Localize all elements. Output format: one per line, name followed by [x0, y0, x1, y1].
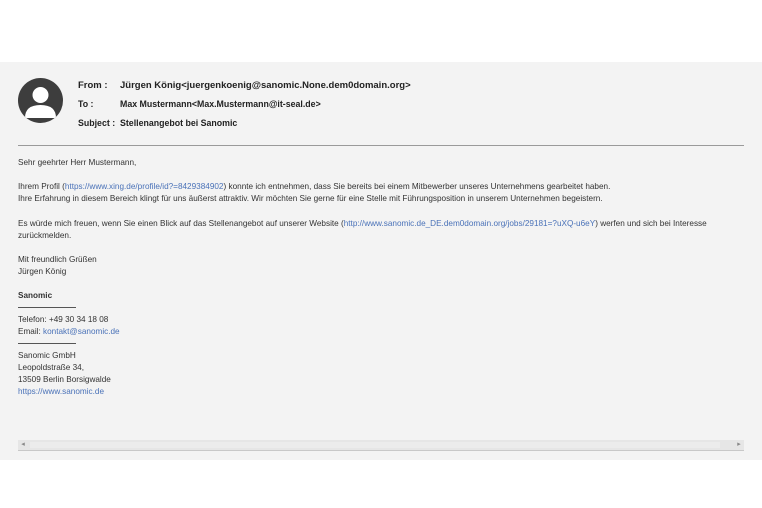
- closing: Mit freundlich Grüßen: [18, 255, 97, 264]
- paragraph-1-line-1: Ihrem Profil (https://www.xing.de/profil…: [18, 181, 610, 193]
- signature-rule-2: [18, 343, 76, 344]
- from-label: From :: [78, 80, 108, 91]
- city-address: 13509 Berlin Borsigwalde: [18, 375, 111, 384]
- signature-rule-1: [18, 307, 76, 308]
- paragraph-1-line-2: Ihre Erfahrung in diesem Bereich klingt …: [18, 194, 603, 203]
- subject-value: Stellenangebot bei Sanomic: [120, 118, 238, 128]
- scroll-left-icon[interactable]: ◂: [18, 440, 28, 450]
- paragraph-2-line-2: zurückmelden.: [18, 231, 72, 240]
- company-name-bold: Sanomic: [18, 291, 53, 300]
- email-link[interactable]: kontakt@sanomic.de: [43, 327, 120, 336]
- header-divider: [18, 145, 744, 146]
- street-address: Leopoldstraße 34,: [18, 363, 84, 372]
- to-label: To :: [78, 99, 94, 109]
- to-value: Max Mustermann<Max.Mustermann@it-seal.de…: [120, 99, 321, 109]
- xing-profile-link[interactable]: https://www.xing.de/profile/id?=84293849…: [65, 182, 224, 191]
- subject-label: Subject :: [78, 118, 116, 128]
- paragraph-2-text-cont: ) werfen und sich bei Interesse: [595, 219, 707, 228]
- website-link[interactable]: https://www.sanomic.de: [18, 386, 104, 398]
- email-line: Email: kontakt@sanomic.de: [18, 326, 120, 338]
- user-avatar-icon: [18, 78, 63, 123]
- email-label: Email:: [18, 327, 44, 336]
- paragraph-2-line-1: Es würde mich freuen, wenn Sie einen Bli…: [18, 218, 707, 230]
- scroll-right-icon[interactable]: ▸: [734, 440, 744, 450]
- horizontal-scrollbar[interactable]: ◂ ▸: [18, 440, 744, 451]
- signer-name: Jürgen König: [18, 267, 67, 276]
- paragraph-1-text: Ihrem Profil (: [18, 182, 65, 191]
- job-offer-link[interactable]: http://www.sanomic.de_DE.dem0domain.org/…: [344, 219, 595, 228]
- paragraph-2-text: Es würde mich freuen, wenn Sie einen Bli…: [18, 219, 344, 228]
- greeting: Sehr geehrter Herr Mustermann,: [18, 158, 137, 167]
- paragraph-1-text-cont: ) konnte ich entnehmen, dass Sie bereits…: [223, 182, 611, 191]
- scrollbar-thumb[interactable]: [30, 442, 720, 448]
- from-value: Jürgen König<juergenkoenig@sanomic.None.…: [120, 80, 411, 91]
- phone: Telefon: +49 30 34 18 08: [18, 315, 109, 324]
- company-full-name: Sanomic GmbH: [18, 351, 76, 360]
